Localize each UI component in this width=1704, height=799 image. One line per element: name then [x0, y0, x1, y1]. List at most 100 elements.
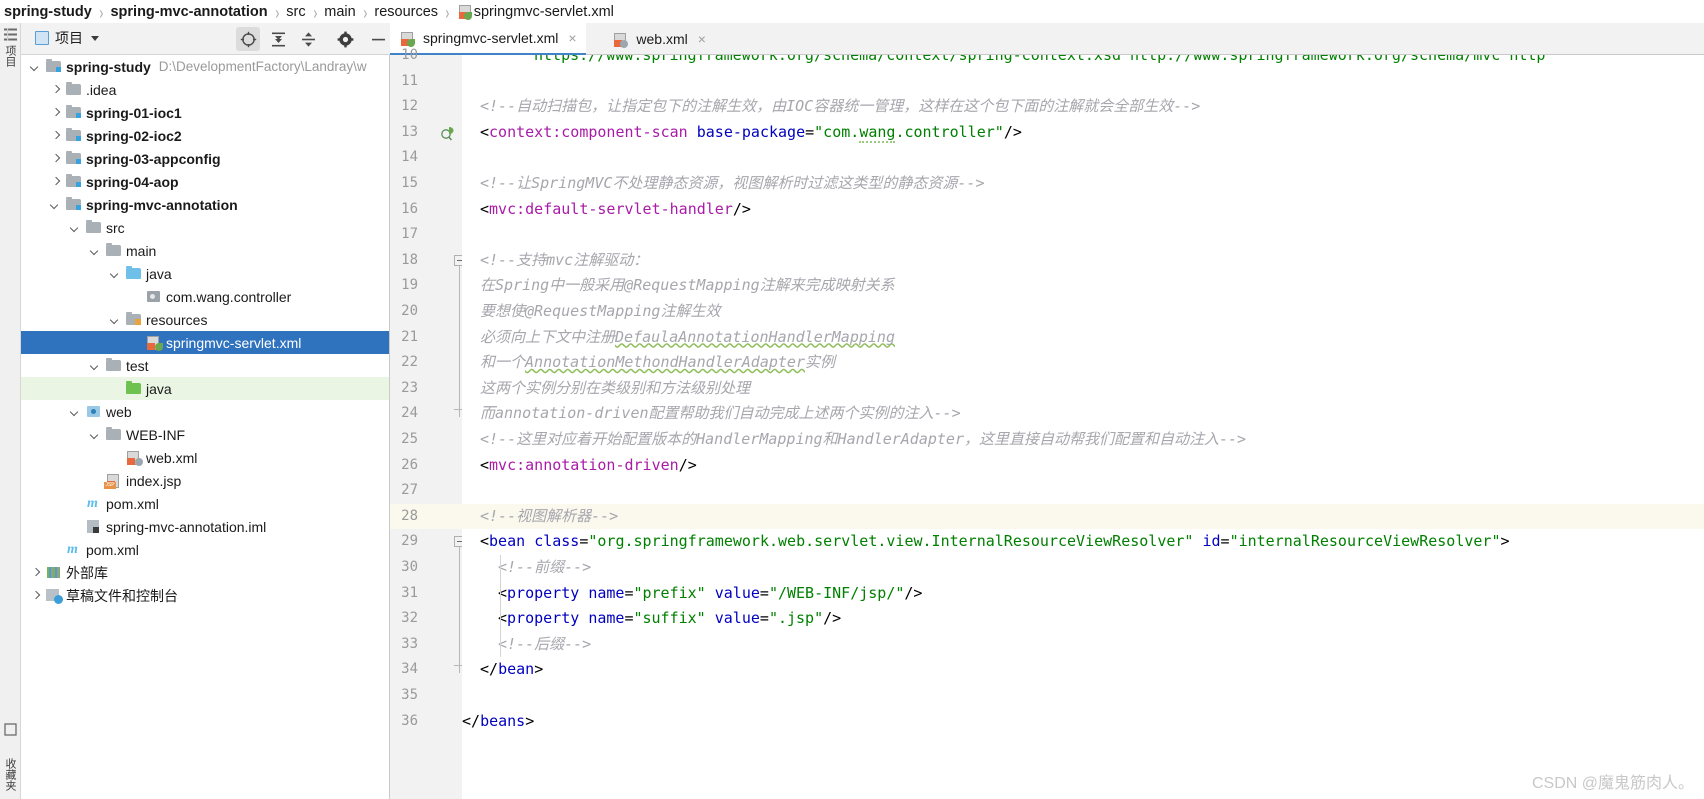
- tree-row[interactable]: spring-01-ioc1: [21, 101, 389, 124]
- tree-row[interactable]: spring-study D:\DevelopmentFactory\Landra…: [21, 55, 389, 78]
- line-number-18: 18: [401, 251, 418, 268]
- code-token-punc: =: [759, 609, 769, 628]
- breadcrumb-item-5[interactable]: springmvc-servlet.xml: [457, 4, 614, 20]
- scratches-icon: [45, 588, 63, 604]
- tree-row[interactable]: 草稿文件和控制台: [21, 584, 389, 607]
- tree-row[interactable]: .idea: [21, 78, 389, 101]
- code-editor[interactable]: https://www.springframework.org/schema/c…: [462, 55, 1704, 799]
- code-token-tag: property: [507, 583, 580, 602]
- sidebar-item-project-label[interactable]: 项目: [2, 45, 18, 67]
- tree-row-label: spring-01-ioc1: [86, 104, 182, 121]
- tree-row[interactable]: 外部库: [21, 561, 389, 584]
- external-libraries-icon: [45, 565, 62, 580]
- tree-row[interactable]: main: [21, 239, 389, 262]
- line-number-34: 34: [401, 661, 418, 678]
- tree-row[interactable]: spring-04-aop: [21, 170, 389, 193]
- ide-window: spring-study › spring-mvc-annotation › src › m…: [0, 0, 1704, 799]
- structure-icon[interactable]: [3, 27, 18, 42]
- chevron-down-icon[interactable]: [69, 405, 82, 418]
- tree-row[interactable]: spring-03-appconfig: [21, 147, 389, 170]
- code-token-punc: </: [462, 711, 481, 730]
- breadcrumb-separator: ›: [274, 0, 279, 23]
- tree-row[interactable]: test: [21, 354, 389, 377]
- favorites-star-icon[interactable]: [3, 722, 18, 737]
- line-number-10: 10: [401, 47, 418, 63]
- chevron-down-icon[interactable]: [109, 267, 122, 280]
- chevron-right-icon[interactable]: [49, 83, 62, 96]
- tree-row[interactable]: m pom.xml: [21, 492, 389, 515]
- locate-in-tree-icon[interactable]: [236, 27, 260, 51]
- project-tree[interactable]: spring-study D:\DevelopmentFactory\Landra…: [21, 55, 390, 799]
- project-panel-title[interactable]: 项目: [35, 28, 99, 48]
- module-folder-icon: [65, 174, 82, 189]
- tree-row[interactable]: m pom.xml: [21, 538, 389, 561]
- tree-row[interactable]: java: [21, 262, 389, 285]
- chevron-down-icon[interactable]: [89, 428, 102, 441]
- module-folder-icon: [65, 197, 82, 212]
- tree-row[interactable]: com.wang.controller: [21, 285, 389, 308]
- chevron-right-icon[interactable]: [49, 175, 62, 188]
- tree-arrow-placeholder: [109, 451, 122, 464]
- maven-pom-icon: m: [87, 496, 98, 511]
- tree-row[interactable]: spring-mvc-annotation: [21, 193, 389, 216]
- chevron-down-icon[interactable]: [89, 244, 102, 257]
- code-line-34: </bean>: [480, 657, 543, 683]
- chevron-down-icon[interactable]: [49, 198, 62, 211]
- breadcrumb-item-4[interactable]: resources: [374, 4, 438, 20]
- code-line-26: <mvc:annotation-driven/>: [480, 453, 697, 479]
- chevron-right-icon[interactable]: [49, 129, 62, 142]
- chevron-right-icon[interactable]: [49, 152, 62, 165]
- tree-arrow-placeholder: [129, 336, 142, 349]
- breadcrumb-item-0[interactable]: spring-study: [4, 4, 92, 20]
- tree-row[interactable]: JSP index.jsp: [21, 469, 389, 492]
- tree-row[interactable]: java: [21, 377, 389, 400]
- chevron-right-icon[interactable]: [29, 589, 42, 602]
- breadcrumb-item-2[interactable]: src: [286, 4, 305, 20]
- chevron-down-icon[interactable]: [91, 35, 99, 41]
- collapse-all-icon[interactable]: [296, 27, 320, 51]
- code-line-25: <!--这里对应着开始配置版本的HandlerMapping和HandlerAd…: [480, 427, 1246, 453]
- tree-row-path: D:\DevelopmentFactory\Landray\w: [158, 59, 367, 74]
- sidebar-item-favorites-label[interactable]: 收藏夹: [2, 758, 18, 791]
- code-line-29: <bean class = "org.springframework.web.ser…: [480, 529, 1510, 555]
- code-token-cmt: 和一个: [480, 353, 526, 372]
- tree-row-label: test: [126, 357, 149, 374]
- tree-row[interactable]: spring-02-ioc2: [21, 124, 389, 147]
- code-token-url: https://www.springframework.org/schema/c…: [534, 55, 1546, 64]
- breadcrumb-item-3[interactable]: main: [324, 4, 355, 20]
- spring-bean-gutter-icon[interactable]: [440, 125, 457, 142]
- editor-tab-1[interactable]: web.xml ×: [603, 23, 715, 55]
- chevron-down-icon[interactable]: [29, 60, 42, 73]
- code-token-punc: />: [678, 455, 697, 474]
- breadcrumb-item-label: main: [324, 3, 356, 20]
- expand-all-icon[interactable]: [266, 27, 290, 51]
- fold-region-line: [459, 547, 460, 666]
- code-token-punc: >: [525, 711, 535, 730]
- code-token-val-sq: wang: [859, 122, 896, 143]
- tree-row[interactable]: WEB-INF: [21, 423, 389, 446]
- chevron-right-icon[interactable]: [49, 106, 62, 119]
- code-token-punc: <: [480, 455, 490, 474]
- settings-gear-icon[interactable]: [333, 27, 357, 51]
- module-folder-icon: [45, 59, 62, 74]
- breadcrumb-item-1[interactable]: spring-mvc-annotation: [110, 4, 267, 20]
- chevron-down-icon[interactable]: [69, 221, 82, 234]
- tree-row[interactable]: src: [21, 216, 389, 239]
- tree-row[interactable]: resources: [21, 308, 389, 331]
- chevron-right-icon[interactable]: [29, 566, 42, 579]
- close-icon[interactable]: ×: [568, 30, 576, 46]
- tree-row[interactable]: web.xml: [21, 446, 389, 469]
- chevron-down-icon[interactable]: [89, 359, 102, 372]
- tree-row[interactable]: springmvc-servlet.xml: [21, 331, 389, 354]
- tree-row[interactable]: spring-mvc-annotation.iml: [21, 515, 389, 538]
- chevron-down-icon[interactable]: [109, 313, 122, 326]
- folder-icon: [105, 243, 122, 258]
- close-icon[interactable]: ×: [698, 31, 706, 47]
- editor-tab-0[interactable]: springmvc-servlet.xml ×: [390, 23, 586, 55]
- maven-pom-icon: m: [67, 542, 78, 557]
- code-token-cmt: <!--后缀-->: [498, 634, 592, 653]
- tree-row[interactable]: web: [21, 400, 389, 423]
- line-number-24: 24: [401, 405, 418, 422]
- code-token-tag: bean: [498, 660, 535, 679]
- editor-gutter[interactable]: 10 11 12 13 14 15 16 17 18 19 20 21 22 23 24 25 26 27 28 29…: [390, 47, 465, 799]
